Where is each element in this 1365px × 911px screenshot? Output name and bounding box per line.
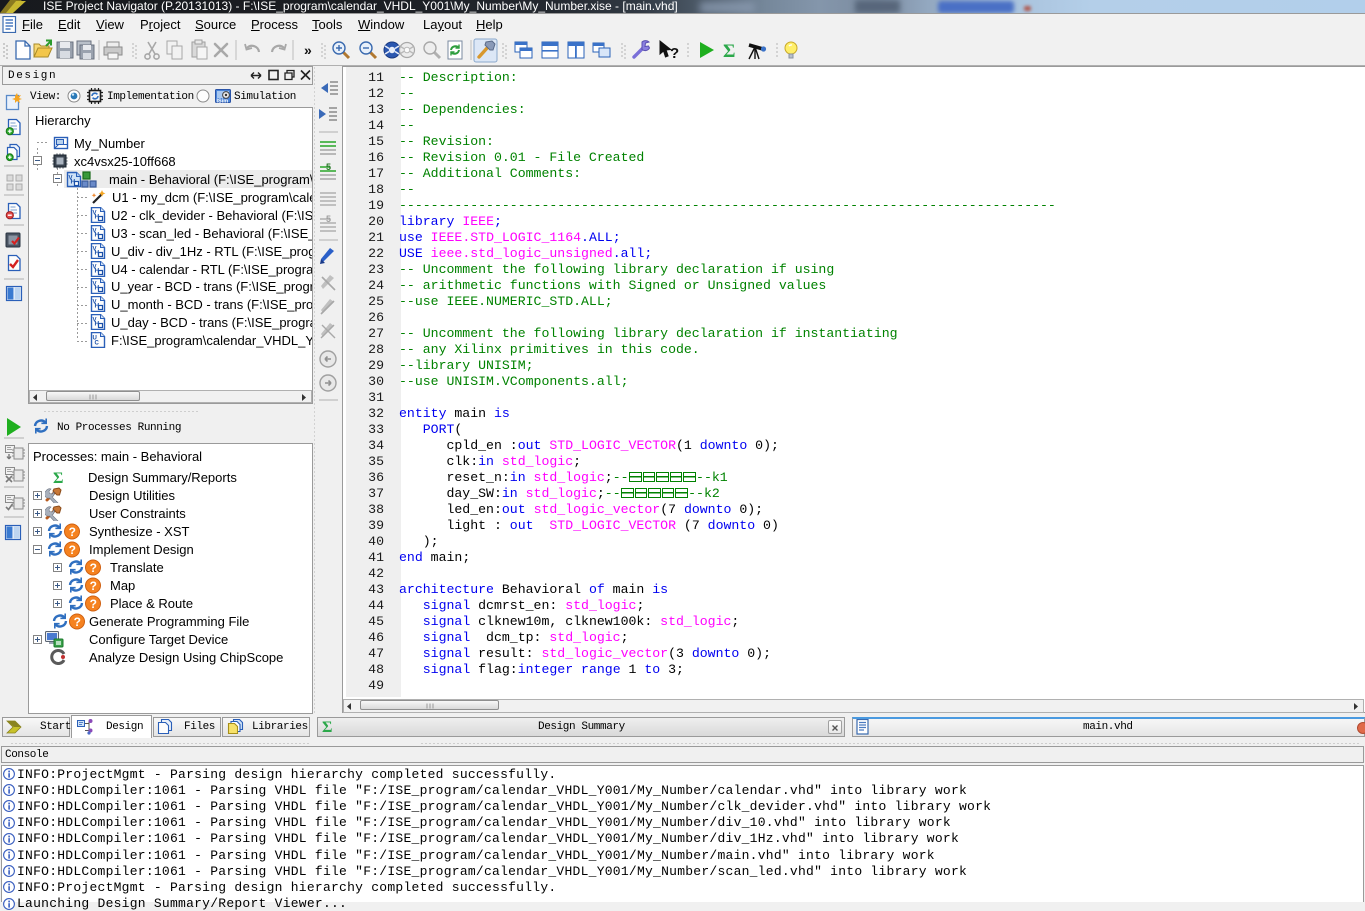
svg-text:ISim: ISim <box>217 99 229 105</box>
svg-text:5: 5 <box>326 214 331 224</box>
svg-text:»: » <box>304 42 312 58</box>
svg-text:Σ: Σ <box>322 719 332 734</box>
svg-text:C: C <box>95 341 100 347</box>
svg-text:Σ: Σ <box>723 41 735 62</box>
svg-text:5: 5 <box>326 162 331 172</box>
svg-text:Σ: Σ <box>53 470 63 485</box>
svg-text:?: ? <box>670 45 679 62</box>
